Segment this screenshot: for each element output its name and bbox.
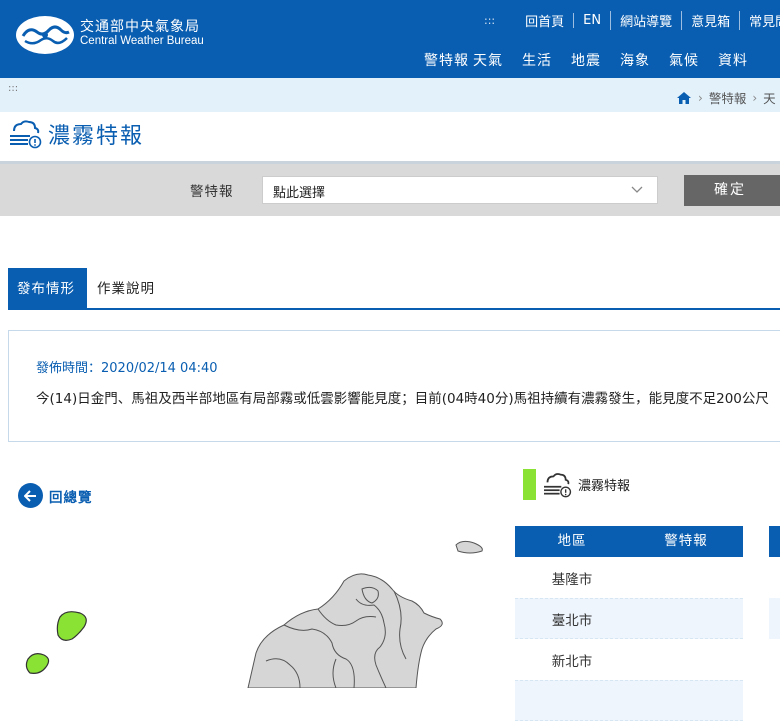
tab-instructions[interactable]: 作業說明 bbox=[88, 268, 164, 310]
link-feedback[interactable]: 意見箱 bbox=[681, 11, 739, 30]
home-icon[interactable] bbox=[676, 91, 692, 105]
map-region-matsu[interactable] bbox=[25, 611, 87, 674]
region-alert-table: 地區 警特報 基隆市 臺北市 新北市 bbox=[515, 526, 743, 721]
region-name: 新北市 bbox=[551, 653, 593, 670]
site-header: 交通部中央氣象局 Central Weather Bureau ::: 回首頁 … bbox=[0, 0, 780, 78]
link-home[interactable]: 回首頁 bbox=[507, 11, 573, 30]
table-row bbox=[769, 598, 780, 639]
select-value: 點此選擇 bbox=[273, 186, 326, 201]
table-header bbox=[769, 526, 780, 557]
region-name: 臺北市 bbox=[551, 612, 593, 629]
table-row[interactable]: 基隆市 bbox=[515, 557, 743, 598]
column-header-alert: 警特報 bbox=[664, 533, 708, 549]
notice-box: 發佈時間：2020/02/14 04:40 今(14)日金門、馬祖及西半部地區有… bbox=[8, 330, 780, 442]
tab-status[interactable]: 發布情形 bbox=[8, 268, 87, 310]
warning-type-select[interactable]: 點此選擇 bbox=[262, 176, 658, 204]
second-table-edge bbox=[769, 526, 780, 639]
link-faq[interactable]: 常見問答 bbox=[739, 11, 780, 30]
breadcrumb: › 警特報 › 天 bbox=[676, 88, 776, 107]
nav-climate[interactable]: 氣候 bbox=[669, 50, 718, 70]
filter-label: 警特報 bbox=[190, 184, 234, 200]
nav-earthquake[interactable]: 地震 bbox=[571, 50, 620, 70]
issue-time: 發佈時間：2020/02/14 04:40 bbox=[36, 361, 218, 376]
back-label: 回總覽 bbox=[49, 489, 93, 506]
logo-title-en: Central Weather Bureau bbox=[80, 35, 204, 47]
map-region-island bbox=[455, 540, 483, 554]
chevron-down-icon bbox=[631, 186, 643, 193]
link-sitemap[interactable]: 網站導覽 bbox=[610, 11, 681, 30]
accesskey-dots[interactable]: ::: bbox=[8, 83, 18, 94]
chevron-right-icon: › bbox=[752, 90, 758, 105]
nav-life[interactable]: 生活 bbox=[522, 50, 571, 70]
logo-title-zh: 交通部中央氣象局 bbox=[80, 19, 200, 35]
region-name: 基隆市 bbox=[551, 571, 593, 588]
nav-weather[interactable]: 天氣 bbox=[473, 50, 522, 70]
legend-swatch bbox=[523, 469, 536, 500]
nav-marine[interactable]: 海象 bbox=[620, 50, 669, 70]
table-header: 地區 警特報 bbox=[515, 526, 743, 557]
table-row[interactable]: 新北市 bbox=[515, 639, 743, 680]
back-to-overview-button[interactable]: 回總覽 bbox=[18, 483, 93, 508]
tab-bar: 發布情形 作業說明 bbox=[8, 268, 780, 310]
breadcrumb-item-warnings[interactable]: 警特報 bbox=[709, 88, 747, 107]
taiwan-map bbox=[25, 540, 483, 688]
filter-bar: 警特報 點此選擇 確定 bbox=[0, 161, 780, 216]
accesskey-dots[interactable]: ::: bbox=[484, 14, 495, 27]
cwb-logo[interactable] bbox=[15, 14, 75, 56]
link-english[interactable]: EN bbox=[573, 13, 610, 28]
map-region-north-taiwan[interactable] bbox=[247, 573, 443, 688]
arrow-left-icon bbox=[18, 483, 43, 508]
nav-warnings[interactable]: 警特報 bbox=[424, 50, 473, 70]
chevron-right-icon: › bbox=[698, 90, 703, 105]
notice-message: 今(14)日金門、馬祖及西半部地區有局部霧或低雲影響能見度；目前(04時40分)… bbox=[36, 391, 769, 407]
fog-warning-icon bbox=[544, 472, 572, 497]
nav-data[interactable]: 資料 bbox=[718, 50, 767, 70]
page-title: 濃霧特報 bbox=[48, 124, 145, 149]
breadcrumb-bar: ::: › 警特報 › 天 bbox=[0, 78, 780, 112]
table-row[interactable] bbox=[515, 680, 743, 721]
table-row[interactable]: 臺北市 bbox=[515, 598, 743, 639]
page-title-block: 濃霧特報 bbox=[8, 118, 144, 150]
map-legend: 濃霧特報 bbox=[523, 469, 630, 500]
breadcrumb-item-next[interactable]: 天 bbox=[763, 88, 776, 107]
fog-warning-icon bbox=[10, 120, 42, 149]
confirm-button[interactable]: 確定 bbox=[684, 175, 780, 206]
utility-links: ::: 回首頁 EN 網站導覽 意見箱 常見問答 bbox=[484, 11, 780, 30]
legend-label: 濃霧特報 bbox=[578, 479, 631, 494]
column-header-region: 地區 bbox=[557, 533, 587, 549]
main-nav: 警特報 天氣 生活 地震 海象 氣候 資料 bbox=[424, 50, 767, 70]
